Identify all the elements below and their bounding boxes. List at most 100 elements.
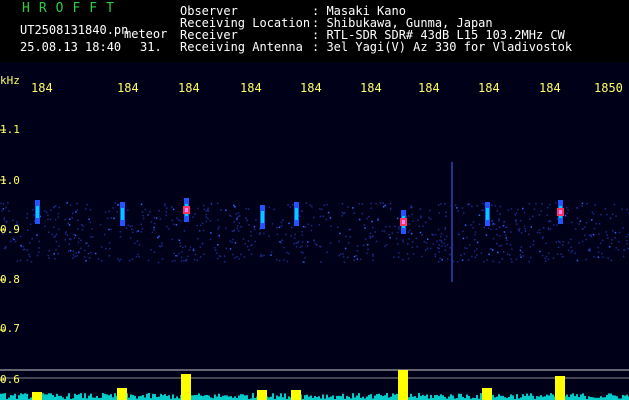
noise-pixel xyxy=(291,226,293,229)
noise-pixel xyxy=(75,252,77,254)
meter-bar xyxy=(102,393,104,400)
noise-pixel xyxy=(304,257,306,259)
noise-pixel xyxy=(549,228,552,230)
noise-pixel xyxy=(67,222,69,224)
meter-bar xyxy=(66,396,68,400)
noise-pixel xyxy=(438,251,441,253)
noise-pixel xyxy=(437,247,439,249)
noise-pixel xyxy=(415,237,418,240)
noise-pixel xyxy=(434,233,437,236)
noise-pixel xyxy=(69,218,71,220)
noise-pixel xyxy=(482,202,484,205)
noise-pixel xyxy=(129,237,132,239)
noise-pixel xyxy=(421,234,423,236)
noise-pixel xyxy=(91,228,93,230)
noise-pixel xyxy=(231,241,233,244)
time-tick: 184 xyxy=(418,81,440,95)
noise-pixel xyxy=(137,253,139,256)
noise-pixel xyxy=(232,238,234,241)
noise-pixel xyxy=(210,202,213,204)
noise-pixel xyxy=(397,243,399,245)
noise-pixel xyxy=(419,231,422,234)
noise-pixel xyxy=(82,225,84,227)
noise-pixel xyxy=(466,236,468,239)
noise-pixel xyxy=(313,239,315,241)
noise-pixel xyxy=(147,259,150,262)
noise-pixel xyxy=(213,247,216,249)
noise-pixel xyxy=(2,203,5,205)
noise-pixel xyxy=(151,231,154,234)
meter-bar xyxy=(142,395,144,400)
meter-bar xyxy=(548,395,550,400)
meter-bar xyxy=(60,395,62,400)
meter-bar xyxy=(20,393,22,400)
noise-pixel xyxy=(480,209,483,211)
noise-pixel xyxy=(210,232,212,234)
noise-pixel xyxy=(524,228,527,230)
noise-pixel xyxy=(476,254,478,256)
meter-bar xyxy=(384,395,386,400)
noise-pixel xyxy=(270,251,273,253)
noise-pixel xyxy=(471,255,473,258)
meter-bar xyxy=(530,393,532,400)
meter-bar xyxy=(202,396,204,400)
noise-pixel xyxy=(203,204,205,207)
noise-pixel xyxy=(446,235,448,237)
noise-pixel xyxy=(523,211,526,214)
noise-pixel xyxy=(72,212,74,215)
meter-bar xyxy=(492,394,494,400)
noise-pixel xyxy=(491,220,494,223)
meter-bar xyxy=(448,396,450,400)
noise-pixel xyxy=(441,259,443,261)
noise-pixel xyxy=(440,241,443,244)
noise-pixel xyxy=(261,255,263,257)
noise-pixel xyxy=(198,229,201,232)
noise-pixel xyxy=(576,259,579,262)
noise-pixel xyxy=(528,203,531,205)
noise-pixel xyxy=(570,251,572,253)
noise-pixel xyxy=(54,258,56,260)
noise-pixel xyxy=(626,242,628,245)
noise-pixel xyxy=(353,255,356,258)
noise-pixel xyxy=(301,230,303,233)
noise-pixel xyxy=(223,261,226,263)
noise-pixel xyxy=(434,253,436,256)
noise-pixel xyxy=(283,259,285,261)
meter-bar xyxy=(218,393,220,400)
noise-pixel xyxy=(76,255,78,257)
noise-pixel xyxy=(158,210,160,212)
noise-pixel xyxy=(223,255,226,257)
noise-pixel xyxy=(366,252,368,255)
noise-pixel xyxy=(440,240,443,242)
noise-pixel xyxy=(159,218,162,220)
noise-pixel xyxy=(594,204,596,206)
noise-pixel xyxy=(293,237,296,239)
noise-pixel xyxy=(127,209,129,211)
noise-pixel xyxy=(389,237,391,239)
noise-pixel xyxy=(131,225,133,227)
noise-pixel xyxy=(51,233,54,236)
noise-pixel xyxy=(618,231,621,234)
noise-pixel xyxy=(197,238,199,240)
meter-bar xyxy=(624,395,626,400)
noise-pixel xyxy=(406,253,409,255)
noise-pixel xyxy=(165,214,167,217)
noise-pixel xyxy=(78,251,80,253)
noise-pixel xyxy=(487,227,490,229)
noise-pixel xyxy=(546,214,548,216)
noise-pixel xyxy=(215,252,218,254)
noise-pixel xyxy=(44,225,46,228)
noise-pixel xyxy=(246,245,249,248)
noise-pixel xyxy=(72,250,74,253)
noise-pixel xyxy=(101,260,103,262)
noise-pixel xyxy=(353,212,356,214)
time-tick: 184 xyxy=(240,81,262,95)
noise-pixel xyxy=(250,253,253,255)
noise-pixel xyxy=(570,238,572,241)
noise-pixel xyxy=(490,228,492,231)
noise-pixel xyxy=(608,246,611,248)
noise-pixel xyxy=(515,223,518,225)
noise-pixel xyxy=(444,228,446,230)
meter-bar xyxy=(496,396,498,400)
noise-pixel xyxy=(220,209,222,211)
